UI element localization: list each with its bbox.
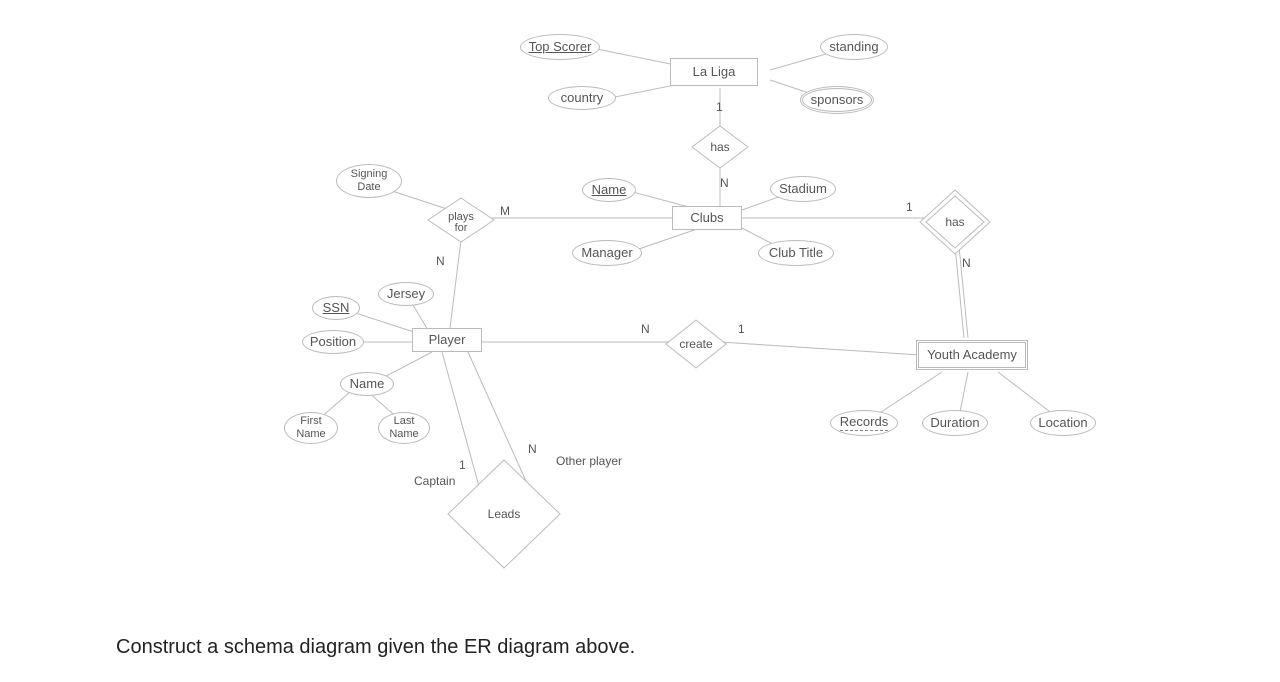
role-other-player: Other player	[556, 454, 622, 468]
attr-location: Location	[1030, 410, 1096, 436]
card-playsfor-m: M	[500, 204, 510, 218]
attr-sponsors: sponsors	[800, 86, 874, 114]
er-connectors: has create has Leads plays for	[0, 0, 1280, 682]
attr-duration: Duration	[922, 410, 988, 436]
entity-youth-academy: Youth Academy	[916, 340, 1028, 370]
attr-jersey: Jersey	[378, 282, 434, 306]
attr-country: country	[548, 86, 616, 110]
card-playsfor-n: N	[436, 254, 445, 268]
entity-player: Player	[412, 328, 482, 352]
attr-manager: Manager	[572, 240, 642, 266]
attr-club-name: Name	[582, 178, 636, 202]
question-text: Construct a schema diagram given the ER …	[116, 636, 635, 659]
attr-first-name: First Name	[284, 412, 338, 444]
attr-stadium: Stadium	[770, 176, 836, 202]
rel-has-league-label: has	[710, 140, 729, 154]
attr-club-title: Club Title	[758, 240, 834, 266]
entity-clubs: Clubs	[672, 206, 742, 230]
svg-text:for: for	[455, 222, 468, 234]
attr-top-scorer: Top Scorer	[520, 34, 600, 60]
card-create-1: 1	[738, 322, 745, 336]
attr-signing-date: Signing Date	[336, 164, 402, 198]
role-captain: Captain	[414, 474, 455, 488]
attr-ssn: SSN	[312, 296, 360, 320]
card-create-n: N	[641, 322, 650, 336]
attr-last-name: Last Name	[378, 412, 430, 444]
rel-has-youth-label: has	[945, 215, 964, 229]
card-captain-1: 1	[459, 458, 466, 472]
card-hasyouth-1: 1	[906, 200, 913, 214]
card-clubs-n: N	[720, 176, 729, 190]
rel-leads-label: Leads	[488, 507, 521, 521]
attr-player-name: Name	[340, 372, 394, 396]
card-hasyouth-n: N	[962, 256, 971, 270]
rel-create-label: create	[679, 337, 713, 351]
card-laliga-1: 1	[716, 100, 723, 114]
attr-position: Position	[302, 330, 364, 354]
attr-standing: standing	[820, 34, 888, 60]
attr-records: Records	[830, 410, 898, 436]
card-other-n: N	[528, 442, 537, 456]
entity-laliga: La Liga	[670, 58, 758, 86]
